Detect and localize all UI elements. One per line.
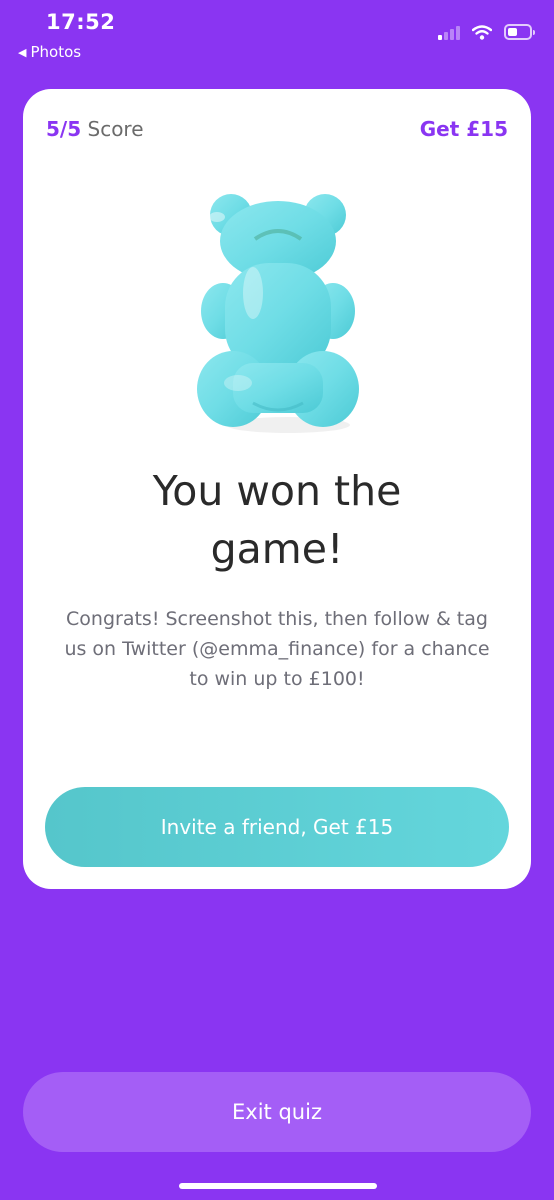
score-label: Score — [87, 117, 144, 141]
exit-quiz-button[interactable]: Exit quiz — [23, 1072, 531, 1152]
result-message: Congrats! Screenshot this, then follow &… — [64, 608, 490, 690]
battery-level — [508, 28, 517, 36]
wifi-icon — [472, 24, 492, 40]
gummy-bear-icon — [197, 194, 359, 433]
battery-icon — [504, 24, 535, 40]
invite-friend-button[interactable]: Invite a friend, Get £15 — [45, 787, 509, 867]
back-link-label: Photos — [30, 43, 82, 61]
score-display: 5/5 Score — [46, 117, 144, 141]
back-arrow-icon: ◀ — [18, 45, 27, 59]
result-title: You won the game! — [152, 467, 402, 573]
result-card: 5/5 Score Get £15 You won the game! Cong… — [23, 89, 531, 889]
home-indicator — [179, 1183, 377, 1189]
reward-link[interactable]: Get £15 — [420, 117, 508, 141]
back-to-photos-link[interactable]: ◀ Photos — [18, 43, 81, 61]
status-icons — [438, 24, 535, 40]
status-time: 17:52 — [46, 10, 116, 34]
signal-icon — [438, 24, 460, 40]
score-value: 5/5 — [46, 117, 82, 141]
